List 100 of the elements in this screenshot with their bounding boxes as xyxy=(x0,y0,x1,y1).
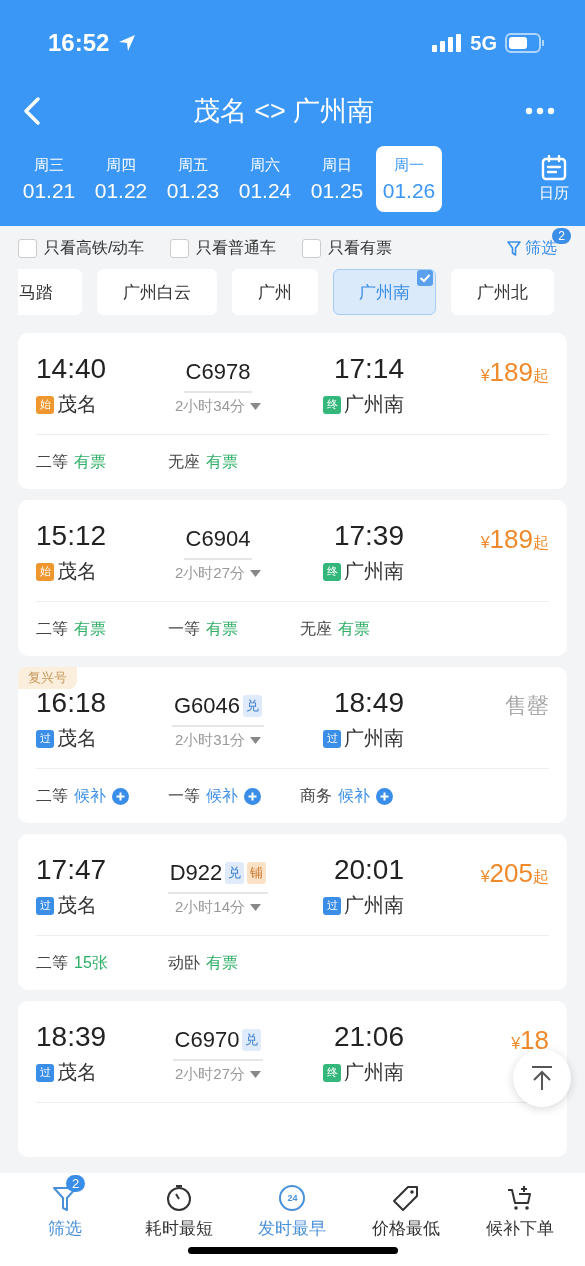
duration-toggle[interactable]: 2小时14分 xyxy=(175,898,261,917)
train-card[interactable]: 复兴号 16:18 过 茂名 G6046 兑 2小时31分 18:49 过 广州南 售罄 二等 候补 一等 候补 商务 候补 xyxy=(18,667,567,823)
filter-checkbox[interactable]: 只看普通车 xyxy=(170,238,277,259)
departure-time: 18:39 xyxy=(36,1021,108,1053)
departure-station: 茂名 xyxy=(57,392,97,417)
seat-availability[interactable]: 候补 xyxy=(338,785,370,807)
train-badge: 兑 xyxy=(243,695,263,717)
add-icon[interactable] xyxy=(376,787,393,805)
seat-availability: 有票 xyxy=(338,618,370,639)
location-arrow-icon xyxy=(117,33,138,53)
arrival-station: 广州南 xyxy=(344,726,404,751)
seat-class: 二等 xyxy=(36,952,68,973)
train-number: G6046 xyxy=(173,693,241,719)
station-tag: 终 xyxy=(323,395,341,414)
date-tab[interactable]: 周六 01.24 xyxy=(232,146,298,212)
funnel-icon xyxy=(507,240,521,257)
bottom-tab[interactable]: 2 筛选 xyxy=(8,1173,122,1266)
sold-out-label: 售罄 xyxy=(505,692,549,720)
seat-availability: 有票 xyxy=(74,618,106,639)
price: ¥189起 xyxy=(480,524,549,555)
departure-time: 17:47 xyxy=(36,854,108,886)
station-tag: 过 xyxy=(36,729,54,748)
calendar-button[interactable]: 日历 xyxy=(535,155,573,203)
departure-station: 茂名 xyxy=(57,1060,97,1085)
caret-icon xyxy=(250,402,261,411)
arrival-time: 18:49 xyxy=(333,687,404,719)
date-tab[interactable]: 周四 01.22 xyxy=(88,146,154,212)
seat-class: 无座 xyxy=(300,618,332,639)
bottom-tab[interactable]: 耗时最短 xyxy=(121,1173,236,1266)
duration-toggle[interactable]: 2小时34分 xyxy=(175,397,261,416)
departure-time: 16:18 xyxy=(36,687,108,719)
date-tab[interactable]: 周一 01.26 xyxy=(376,146,442,212)
train-number: C6978 xyxy=(185,359,251,385)
arrival-time: 21:06 xyxy=(333,1021,404,1053)
count-badge: 2 xyxy=(65,1175,86,1192)
departure-station: 茂名 xyxy=(57,559,97,584)
caret-icon xyxy=(250,903,261,912)
arrow-up-icon xyxy=(530,1065,554,1091)
caret-icon xyxy=(250,1070,261,1079)
departure-time: 15:12 xyxy=(36,520,108,552)
bottom-tab[interactable]: 候补下单 xyxy=(463,1173,577,1266)
train-number: C6970 xyxy=(174,1027,240,1053)
station-chip[interactable]: 广州北 xyxy=(451,269,554,315)
train-card[interactable]: 15:12 始 茂名 C6904 2小时27分 17:39 终 广州南 ¥189起 二等 有票 一等 有票 无座 有票 xyxy=(18,500,567,656)
back-icon[interactable] xyxy=(22,96,42,126)
seat-class: 二等 xyxy=(36,618,68,639)
date-tab[interactable]: 周三 01.21 xyxy=(16,146,82,212)
add-icon[interactable] xyxy=(112,787,129,805)
seat-class: 商务 xyxy=(300,785,332,806)
train-badge: 兑 xyxy=(225,862,245,884)
arrival-station: 广州南 xyxy=(344,1060,404,1085)
station-chip[interactable]: 广州 xyxy=(232,269,318,315)
bottom-tab[interactable]: 24 发时最早 xyxy=(235,1173,350,1266)
train-badge: 铺 xyxy=(247,862,267,884)
station-chip[interactable]: 马踏 xyxy=(18,269,82,315)
arrival-station: 广州南 xyxy=(344,559,404,584)
train-card[interactable]: 17:47 过 茂名 D922 兑 铺 2小时14分 20:01 过 广州南 ¥205起 二等 15张 动卧 有票 xyxy=(18,834,567,990)
filter-checkbox[interactable]: 只看高铁/动车 xyxy=(18,238,145,259)
filter-checkbox[interactable]: 只看有票 xyxy=(302,238,393,259)
seat-class: 动卧 xyxy=(168,952,200,973)
train-type-label: 复兴号 xyxy=(18,667,77,689)
train-badge: 兑 xyxy=(242,1029,262,1051)
price: ¥18 xyxy=(511,1025,549,1056)
train-number: C6904 xyxy=(185,526,251,552)
stopwatch-icon xyxy=(165,1184,192,1212)
seat-availability[interactable]: 候补 xyxy=(74,785,106,807)
station-chip[interactable]: 广州白云 xyxy=(97,269,217,315)
date-tab[interactable]: 周五 01.23 xyxy=(160,146,226,212)
route-title: 茂名 <> 广州南 xyxy=(191,95,376,128)
price: ¥205起 xyxy=(480,858,549,889)
station-chip[interactable]: 广州南 xyxy=(333,269,436,315)
station-tag: 始 xyxy=(36,395,54,414)
signal-icon xyxy=(432,34,463,52)
more-icon[interactable] xyxy=(525,107,555,115)
seat-availability[interactable]: 候补 xyxy=(206,785,238,807)
train-card[interactable]: 14:40 始 茂名 C6978 2小时34分 17:14 终 广州南 ¥189起 二等 有票 无座 有票 xyxy=(18,333,567,489)
date-tab[interactable]: 周日 01.25 xyxy=(304,146,370,212)
seat-availability: 有票 xyxy=(74,451,106,472)
price: ¥189起 xyxy=(480,357,549,388)
departure-station: 茂名 xyxy=(57,726,97,751)
arrival-station: 广州南 xyxy=(344,392,404,417)
bottom-tab[interactable]: 价格最低 xyxy=(349,1173,464,1266)
price-tag-icon xyxy=(392,1184,421,1212)
train-card[interactable]: 18:39 过 茂名 C6970 兑 2小时27分 21:06 终 广州南 ¥18 xyxy=(18,1001,567,1157)
seat-availability: 15张 xyxy=(74,952,108,973)
station-tag: 过 xyxy=(36,896,54,915)
seat-class: 无座 xyxy=(168,451,200,472)
seat-class: 一等 xyxy=(168,785,200,806)
arrival-time: 17:14 xyxy=(333,353,404,385)
duration-toggle[interactable]: 2小时27分 xyxy=(175,1065,261,1084)
station-tag: 终 xyxy=(323,1063,341,1082)
departure-station: 茂名 xyxy=(57,893,97,918)
seat-class: 二等 xyxy=(36,785,68,806)
duration-toggle[interactable]: 2小时27分 xyxy=(175,564,261,583)
caret-icon xyxy=(250,736,261,745)
seat-class: 二等 xyxy=(36,451,68,472)
add-icon[interactable] xyxy=(244,787,261,805)
station-tag: 过 xyxy=(36,1063,54,1082)
departure-time: 14:40 xyxy=(36,353,108,385)
duration-toggle[interactable]: 2小时31分 xyxy=(175,731,261,750)
